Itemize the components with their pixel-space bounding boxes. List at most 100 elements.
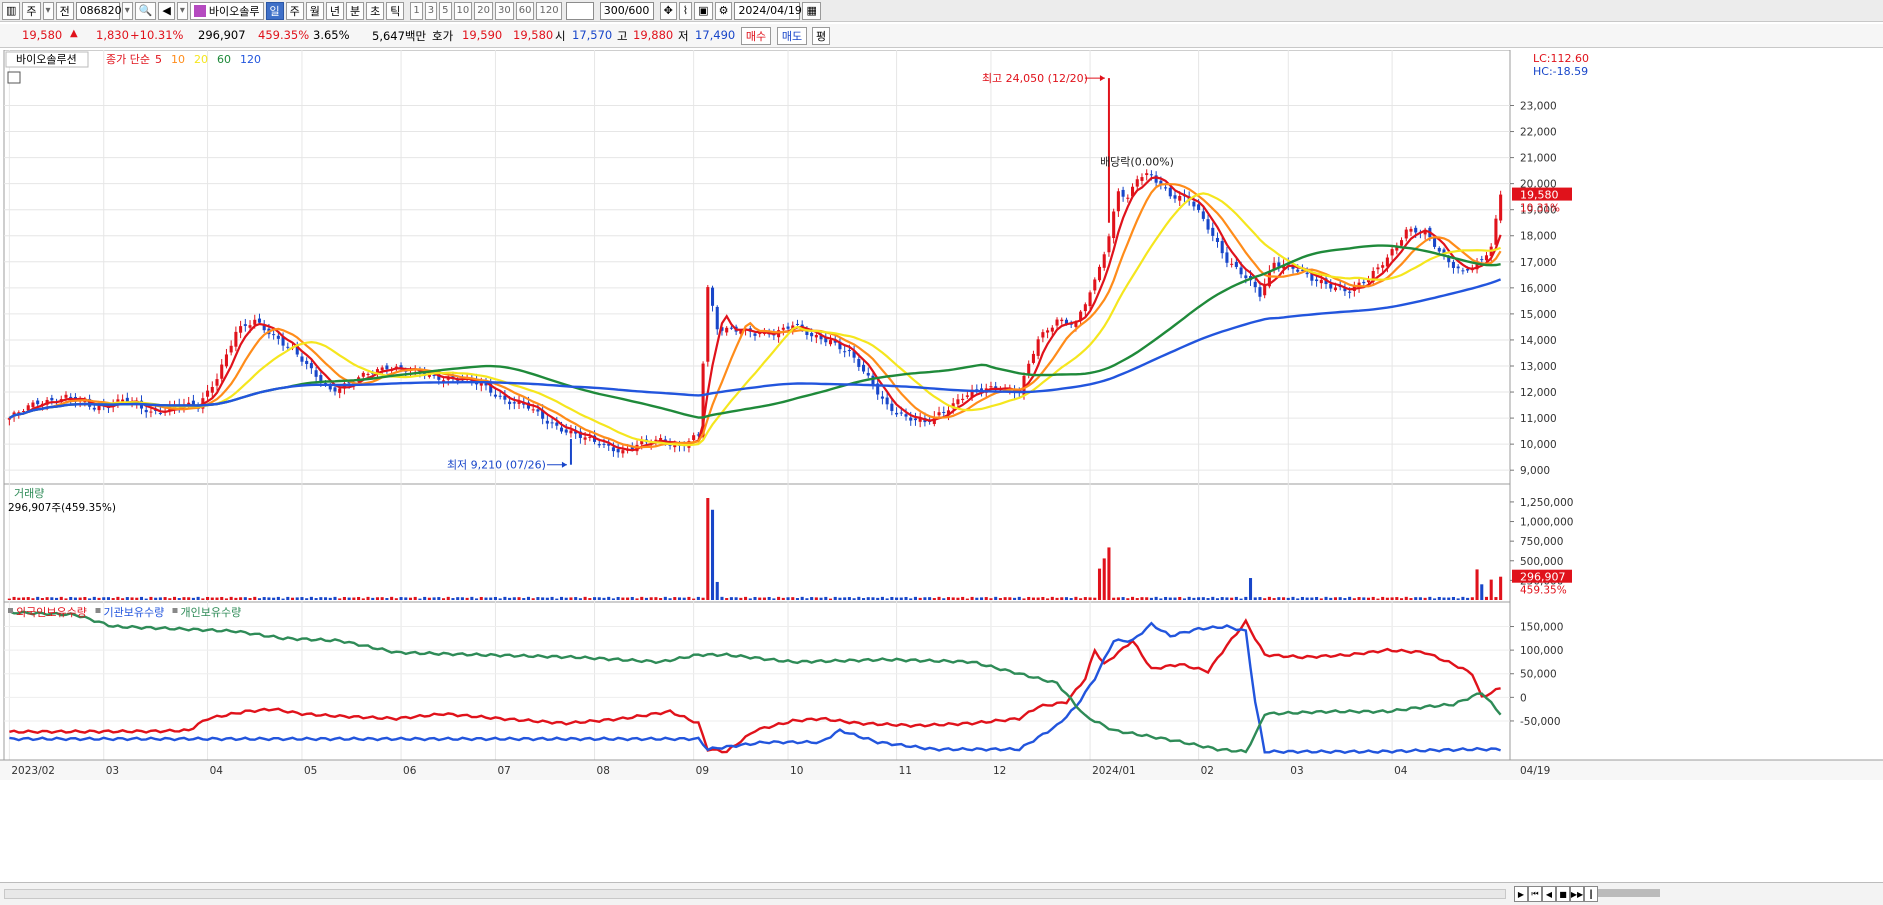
volume-bar — [1149, 597, 1153, 600]
candle — [300, 356, 304, 362]
blank-field[interactable] — [565, 1, 594, 20]
history-dropdown-icon[interactable]: ▾ — [176, 1, 188, 20]
period-button[interactable]: 틱 — [386, 1, 405, 20]
volume-bar — [758, 597, 762, 600]
candle — [1046, 330, 1050, 333]
volume-bar — [725, 598, 729, 600]
horizontal-scrollbar[interactable] — [4, 889, 1506, 899]
candle — [1206, 219, 1210, 230]
chart-area[interactable]: 9,000 10,000 11,000 12,000 13,000 14,000 15,00… — [0, 50, 1883, 882]
volume-bar — [357, 596, 361, 600]
candle — [729, 327, 733, 329]
nav-button[interactable]: ▶ — [1514, 886, 1528, 902]
eval-button[interactable]: 평 — [812, 27, 830, 45]
search-icon[interactable]: 🔍 — [134, 1, 157, 20]
x-tick-label: 09 — [696, 765, 709, 777]
volume-bar — [399, 597, 403, 600]
period-button[interactable]: 초 — [366, 1, 385, 20]
volume-bar — [1376, 598, 1380, 600]
volume-bar — [1050, 596, 1054, 600]
volume-bar — [361, 598, 365, 600]
count-button[interactable]: 3 — [424, 1, 438, 20]
period-button[interactable]: 일 — [265, 1, 284, 20]
volume-bar — [545, 597, 549, 600]
gear-icon[interactable]: ⚙ — [714, 1, 733, 20]
holding-tick-label: 100,000 — [1520, 645, 1563, 657]
calendar-icon[interactable]: ▦ — [802, 1, 821, 20]
count-button[interactable]: 60 — [515, 1, 535, 20]
volume-bar — [73, 597, 77, 600]
nav-button[interactable]: ⏮ — [1528, 886, 1542, 902]
sell-button[interactable]: 매도 — [777, 27, 807, 45]
volume-bar — [257, 598, 262, 600]
volume-bar — [597, 597, 601, 600]
market-select[interactable]: 주 — [22, 1, 41, 20]
market-dropdown-icon[interactable]: ▾ — [42, 1, 54, 20]
stock-name-label[interactable]: 바이오솔루 — [189, 1, 264, 20]
up-arrow-icon: ▲ — [70, 28, 78, 39]
code-prefix[interactable]: 전 — [55, 1, 74, 20]
candle — [206, 390, 210, 397]
period-button[interactable]: 년 — [325, 1, 345, 20]
legend-marker — [172, 608, 178, 613]
code-dropdown-icon[interactable]: ▾ — [121, 1, 133, 20]
count-button[interactable]: 10 — [453, 1, 473, 20]
candle — [1135, 179, 1139, 187]
volume-bar — [423, 596, 427, 600]
nav-button[interactable]: ▶▶ — [1570, 886, 1584, 902]
x-tick-label: 2023/02 — [11, 765, 55, 777]
nav-button[interactable]: ■ — [1556, 886, 1570, 902]
volume-bar — [682, 597, 686, 600]
count-button[interactable]: 20 — [474, 1, 493, 20]
volume-bar — [951, 597, 955, 600]
volume-bar — [1451, 596, 1455, 600]
candle — [149, 411, 153, 413]
range-field[interactable]: 300/600 — [599, 1, 654, 20]
x-axis-strip — [0, 760, 1883, 780]
volume-bar — [696, 596, 700, 600]
crosshair-icon[interactable]: ✥ — [659, 1, 677, 20]
candle — [890, 403, 894, 412]
candle — [1164, 187, 1168, 189]
nav-button[interactable]: ┃ — [1584, 886, 1598, 902]
candle — [305, 360, 309, 365]
chart-line-icon[interactable]: ⌇ — [678, 1, 693, 20]
candle — [1211, 227, 1215, 236]
volume-bar — [1206, 598, 1210, 600]
volume-bar — [1291, 596, 1295, 600]
volume-bar — [1060, 597, 1064, 600]
quote-open: 17,570 — [572, 28, 613, 42]
period-button[interactable]: 월 — [305, 1, 324, 20]
candle — [36, 400, 40, 405]
layout-icon[interactable]: ▥ — [2, 1, 21, 20]
candle — [210, 386, 214, 393]
save-icon[interactable]: ▣ — [694, 1, 713, 20]
stock-code-input[interactable]: 086820 — [75, 1, 122, 20]
volume-bar — [1442, 597, 1446, 600]
grid-toggle-icon[interactable] — [7, 71, 21, 84]
count-button[interactable]: 30 — [495, 1, 514, 20]
volume-bar — [380, 597, 384, 600]
date-field[interactable]: 2024/04/19 — [734, 1, 802, 20]
volume-bar — [654, 597, 658, 600]
speaker-icon[interactable]: ◀ — [158, 1, 175, 20]
count-button[interactable]: 5 — [439, 1, 452, 20]
candle — [1437, 247, 1441, 252]
count-button[interactable]: 1 — [410, 1, 423, 20]
volume-bar — [1352, 598, 1356, 600]
nav-button[interactable]: ◀ — [1542, 886, 1556, 902]
volume-bar — [177, 598, 181, 600]
period-button[interactable]: 분 — [346, 1, 365, 20]
volume-bar — [1220, 597, 1224, 600]
volume-bar — [569, 597, 573, 600]
volume-bar — [484, 597, 488, 600]
volume-bar — [404, 597, 408, 600]
volume-bar — [885, 598, 889, 600]
period-button[interactable]: 주 — [285, 1, 304, 20]
candle — [1168, 187, 1172, 197]
volume-bar — [78, 597, 82, 600]
buy-button[interactable]: 매수 — [741, 27, 771, 45]
volume-bar — [83, 596, 87, 600]
price-tick-label: 13,000 — [1520, 361, 1557, 373]
count-button[interactable]: 120 — [536, 1, 562, 20]
